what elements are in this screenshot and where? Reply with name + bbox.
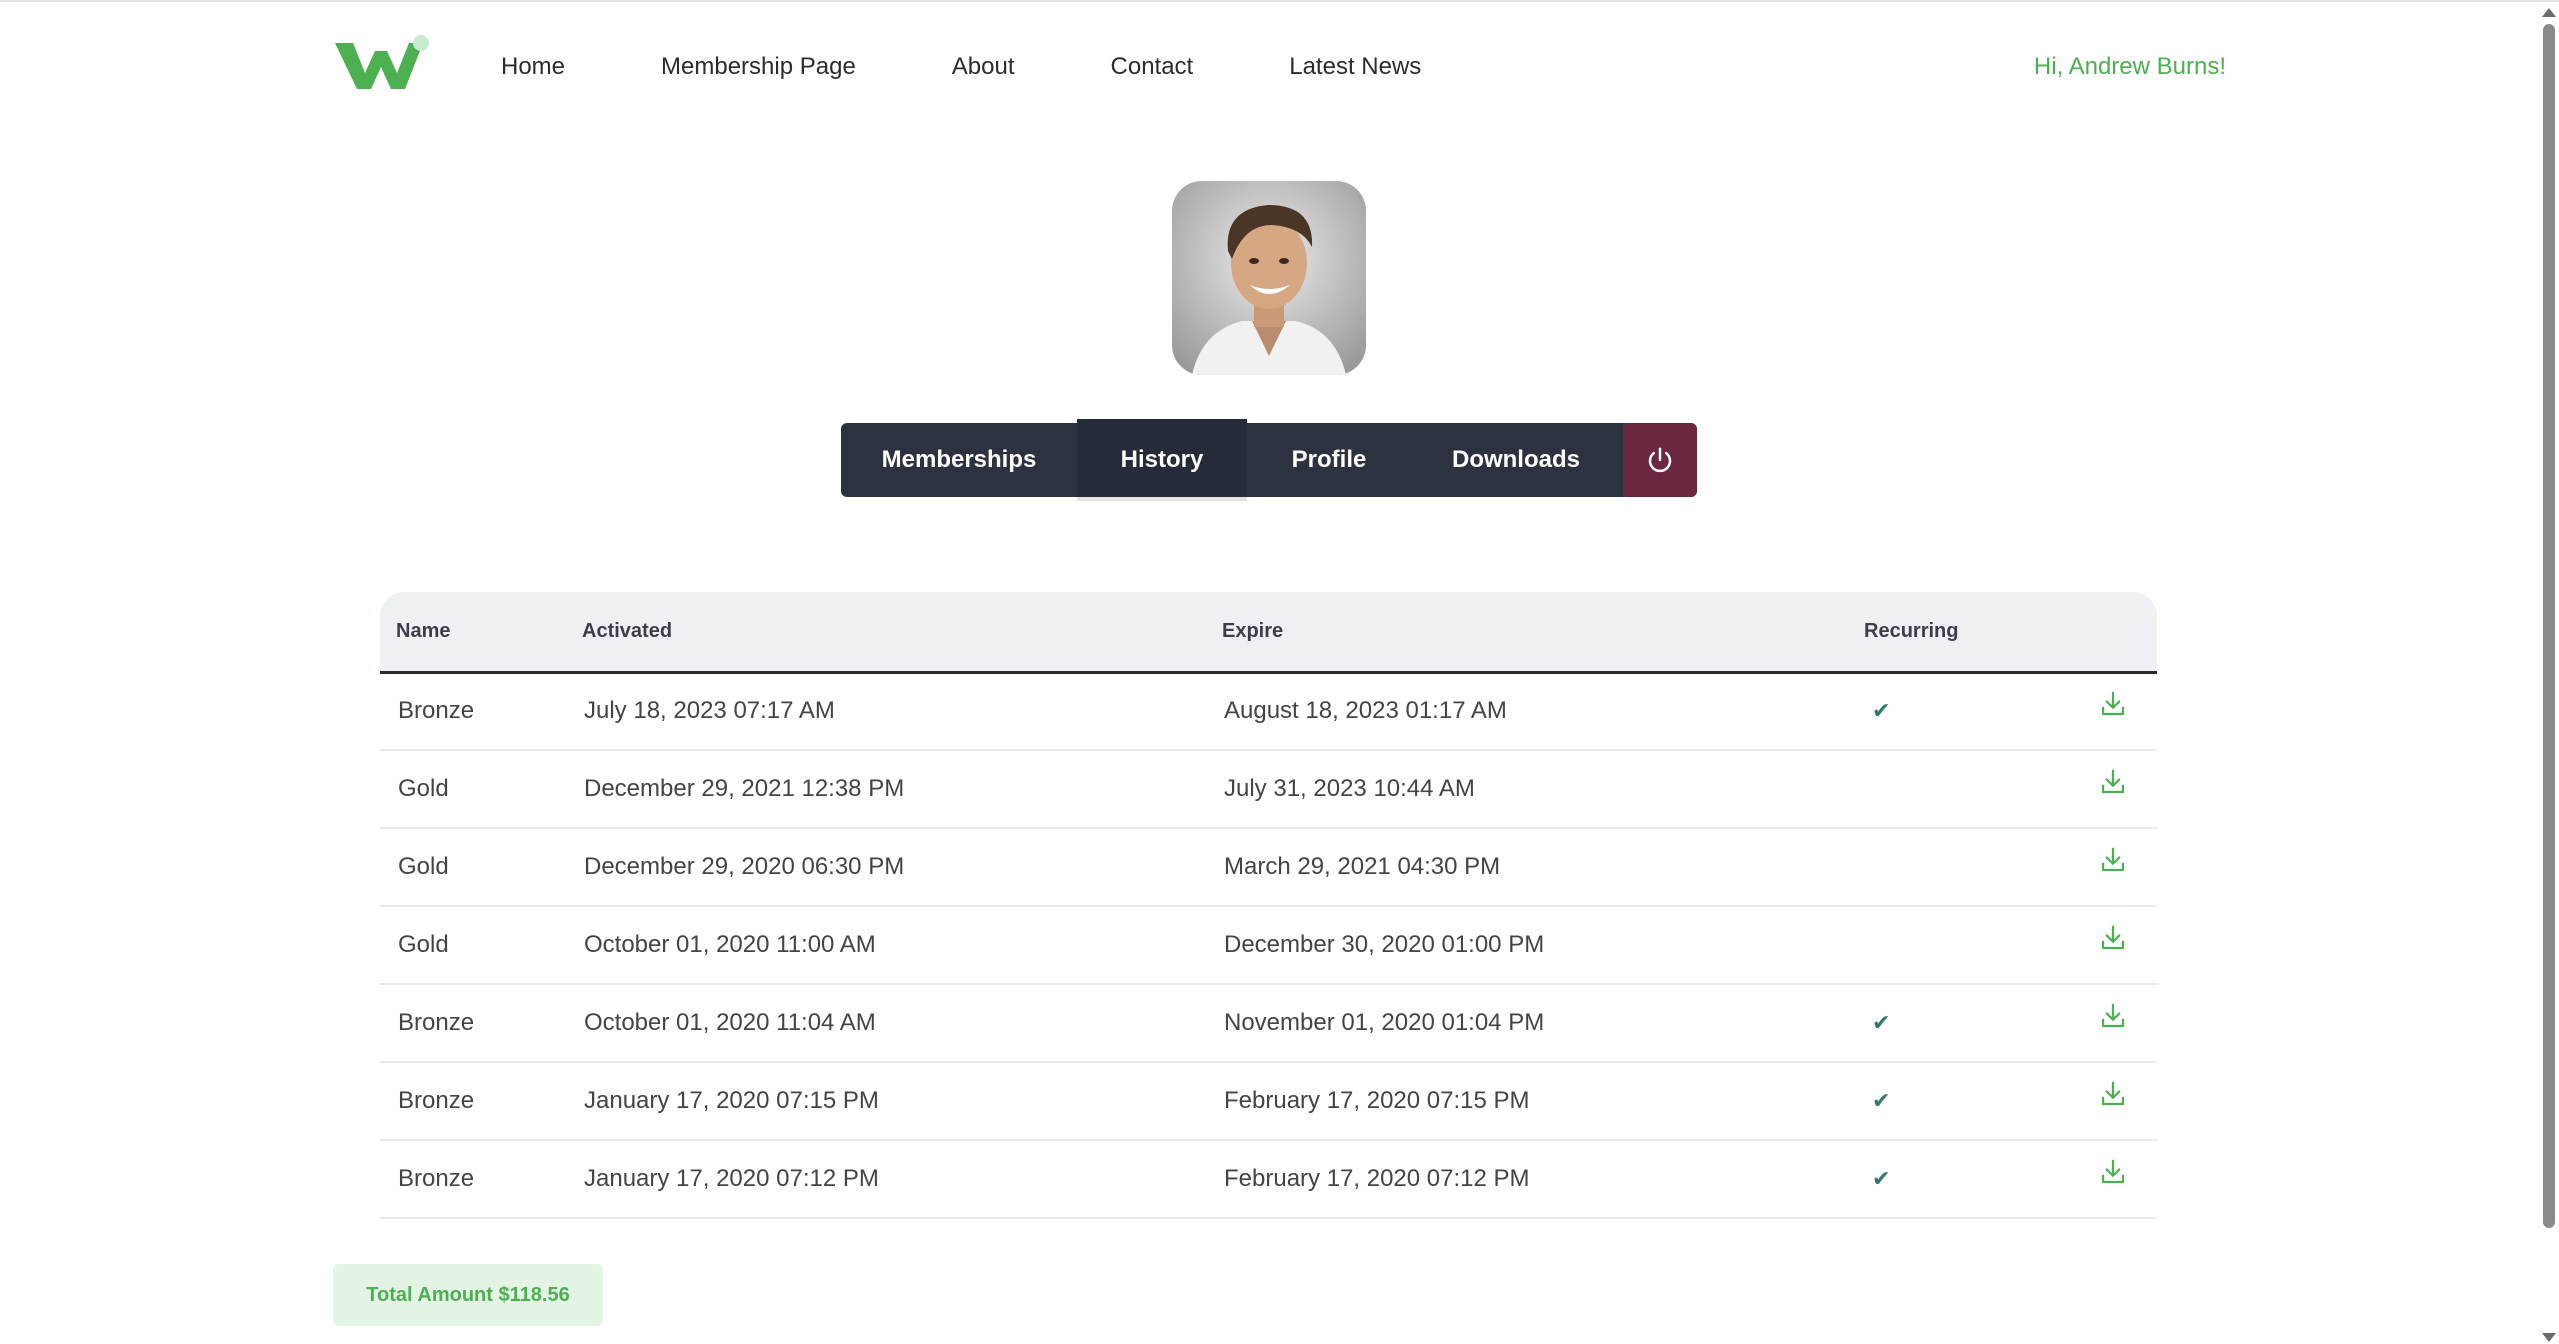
tab-profile[interactable]: Profile — [1247, 423, 1411, 497]
column-header-download — [2068, 592, 2157, 674]
tab-history[interactable]: History — [1077, 419, 1247, 501]
cell-expire: July 31, 2023 10:44 AM — [1222, 750, 1864, 829]
user-greeting[interactable]: Hi, Andrew Burns! — [2034, 53, 2226, 81]
nav-contact-link[interactable]: Contact — [1111, 53, 1194, 81]
nav-home-link[interactable]: Home — [501, 53, 565, 81]
table-header-row: Name Activated Expire Recurring — [380, 592, 2157, 674]
account-tabs: Memberships History Profile Downloads — [841, 419, 1697, 501]
column-header-expire: Expire — [1222, 592, 1864, 674]
cell-name: Bronze — [380, 984, 582, 1063]
cell-download — [2068, 750, 2157, 829]
cell-recurring: ✔ — [1864, 1062, 2068, 1141]
cell-recurring — [1864, 828, 2068, 907]
table-row: Bronze July 18, 2023 07:17 AM August 18, 2… — [380, 672, 2157, 751]
logout-button[interactable] — [1623, 423, 1697, 497]
cell-recurring — [1864, 906, 2068, 985]
download-icon[interactable] — [2098, 767, 2128, 797]
download-icon[interactable] — [2098, 1001, 2128, 1031]
column-header-recurring: Recurring — [1864, 592, 2068, 674]
table-row: Gold December 29, 2021 12:38 PM July 31, 2… — [380, 750, 2157, 829]
download-icon[interactable] — [2098, 845, 2128, 875]
cell-expire: August 18, 2023 01:17 AM — [1222, 672, 1864, 751]
cell-recurring — [1864, 750, 2068, 829]
tab-memberships[interactable]: Memberships — [841, 423, 1077, 497]
cell-recurring: ✔ — [1864, 984, 2068, 1063]
cell-name: Gold — [380, 906, 582, 985]
table-row: Bronze January 17, 2020 07:15 PM February … — [380, 1062, 2157, 1141]
table-row: Gold December 29, 2020 06:30 PM March 29, … — [380, 828, 2157, 907]
scroll-thumb[interactable] — [2543, 24, 2555, 1228]
cell-expire: February 17, 2020 07:15 PM — [1222, 1062, 1864, 1141]
cell-activated: October 01, 2020 11:04 AM — [582, 984, 1222, 1063]
cell-activated: December 29, 2021 12:38 PM — [582, 750, 1222, 829]
cell-download — [2068, 1140, 2157, 1219]
table-row: Gold October 01, 2020 11:00 AM December 30… — [380, 906, 2157, 985]
cell-activated: January 17, 2020 07:12 PM — [582, 1140, 1222, 1219]
total-amount-badge: Total Amount $118.56 — [333, 1264, 603, 1326]
cell-download — [2068, 828, 2157, 907]
brand-logo[interactable] — [333, 33, 429, 95]
check-icon: ✔ — [1872, 698, 1891, 724]
cell-expire: March 29, 2021 04:30 PM — [1222, 828, 1864, 907]
scroll-down-arrow-icon[interactable] — [2542, 1333, 2556, 1342]
cell-activated: July 18, 2023 07:17 AM — [582, 672, 1222, 751]
cell-expire: December 30, 2020 01:00 PM — [1222, 906, 1864, 985]
table-row: Bronze January 17, 2020 07:12 PM February … — [380, 1140, 2157, 1219]
cell-name: Gold — [380, 750, 582, 829]
cell-name: Bronze — [380, 672, 582, 751]
power-icon — [1648, 447, 1672, 473]
page: Home Membership Page About Contact Lates… — [0, 0, 2559, 1344]
cell-expire: November 01, 2020 01:04 PM — [1222, 984, 1864, 1063]
check-icon: ✔ — [1872, 1088, 1891, 1113]
check-icon: ✔ — [1872, 1010, 1891, 1035]
column-header-name: Name — [380, 592, 582, 674]
download-icon[interactable] — [2098, 1157, 2128, 1187]
nav-membership-page-link[interactable]: Membership Page — [661, 53, 856, 81]
check-icon: ✔ — [1872, 1166, 1891, 1191]
cell-recurring: ✔ — [1864, 672, 2068, 751]
table-row: Bronze October 01, 2020 11:04 AM November … — [380, 984, 2157, 1063]
cell-download — [2068, 672, 2157, 751]
cell-activated: December 29, 2020 06:30 PM — [582, 828, 1222, 907]
top-navigation: Home Membership Page About Contact Lates… — [333, 2, 2226, 132]
cell-activated: October 01, 2020 11:00 AM — [582, 906, 1222, 985]
cell-name: Bronze — [380, 1140, 582, 1219]
download-icon[interactable] — [2098, 1079, 2128, 1109]
download-icon[interactable] — [2098, 923, 2128, 953]
history-table: Name Activated Expire Recurring Bronze Ju… — [380, 592, 2157, 1219]
cell-download — [2068, 906, 2157, 985]
cell-expire: February 17, 2020 07:12 PM — [1222, 1140, 1864, 1219]
nav-about-link[interactable]: About — [952, 53, 1015, 81]
tab-downloads[interactable]: Downloads — [1411, 423, 1621, 497]
scroll-up-arrow-icon[interactable] — [2542, 8, 2556, 17]
vertical-scrollbar[interactable] — [2537, 2, 2559, 1344]
cell-download — [2068, 1062, 2157, 1141]
nav-latest-news-link[interactable]: Latest News — [1289, 53, 1421, 81]
avatar — [1172, 181, 1366, 375]
cell-activated: January 17, 2020 07:15 PM — [582, 1062, 1222, 1141]
w-logo-icon — [335, 35, 429, 89]
cell-name: Gold — [380, 828, 582, 907]
cell-recurring: ✔ — [1864, 1140, 2068, 1219]
cell-name: Bronze — [380, 1062, 582, 1141]
main-menu: Home Membership Page About Contact Lates… — [501, 53, 1421, 81]
download-icon[interactable] — [2098, 689, 2128, 719]
cell-download — [2068, 984, 2157, 1063]
column-header-activated: Activated — [582, 592, 1222, 674]
